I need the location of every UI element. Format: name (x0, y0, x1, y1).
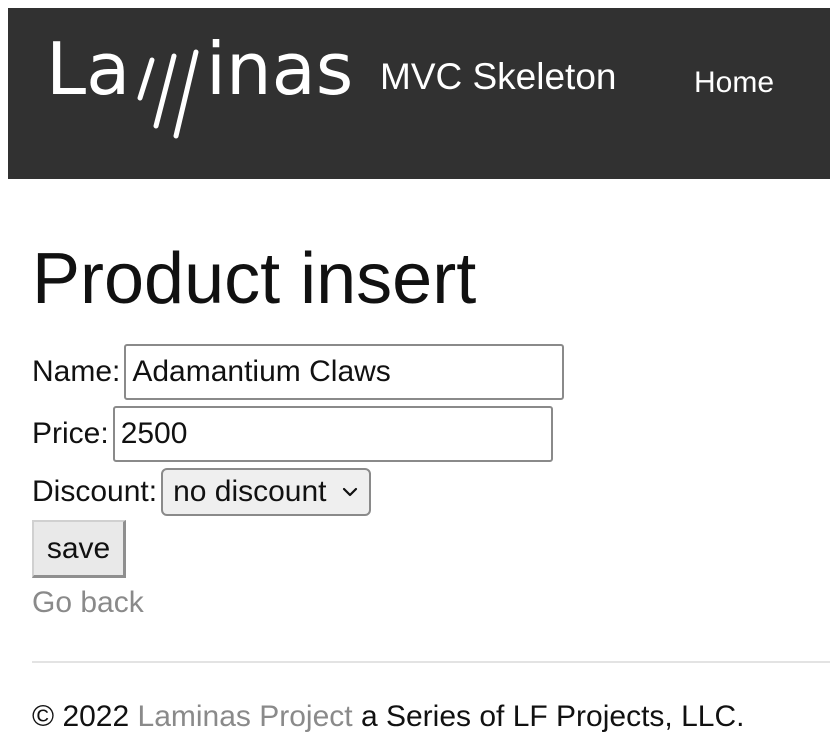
footer-laminas-link[interactable]: Laminas Project (138, 700, 353, 733)
svg-text:La: La (46, 27, 130, 111)
discount-row: Discount: no discount (32, 468, 371, 516)
footer-divider (32, 661, 830, 663)
svg-text:inas: inas (206, 27, 353, 111)
discount-label: Discount: (32, 475, 158, 508)
footer: © 2022 Laminas Project a Series of LF Pr… (32, 700, 744, 734)
footer-suffix: a Series of LF Projects, LLC. (352, 700, 745, 733)
save-button[interactable]: save (32, 520, 126, 578)
name-row: Name: (32, 344, 565, 400)
chevron-down-icon (342, 487, 357, 497)
go-back-link[interactable]: Go back (32, 586, 144, 620)
laminas-logo: La inas (46, 27, 353, 139)
price-row: Price: (32, 406, 553, 462)
brand-subtitle: MVC Skeleton (380, 56, 617, 97)
price-input[interactable] (112, 406, 553, 462)
footer-copyright: © 2022 (32, 700, 138, 733)
name-label: Name: (32, 355, 121, 388)
price-label: Price: (32, 417, 109, 450)
navbar: La inas MVC Skeleton Home (8, 8, 830, 179)
brand-logo[interactable]: La inas (46, 26, 386, 156)
nav-home-link[interactable]: Home (694, 66, 774, 100)
discount-select[interactable]: no discount (161, 468, 371, 516)
name-input[interactable] (124, 344, 565, 400)
page-title: Product insert (32, 239, 477, 319)
discount-selected-value: no discount (173, 475, 327, 508)
